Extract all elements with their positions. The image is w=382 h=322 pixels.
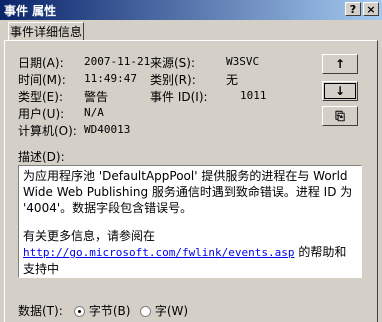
- event-id-label: 事件 ID(I):: [150, 90, 208, 104]
- previous-event-button[interactable]: ↑: [322, 54, 358, 74]
- source-label: 来源(S):: [150, 56, 196, 70]
- copy-icon: ⎘: [335, 109, 345, 123]
- type-value: 警告: [84, 90, 109, 104]
- date-value: 2007-11-21: [84, 55, 151, 68]
- radio-bytes[interactable]: 字节(B): [74, 302, 130, 319]
- description-line: 心。: [23, 277, 357, 278]
- category-value: 无: [226, 73, 239, 87]
- help-link[interactable]: http://go.microsoft.com/fwlink/events.as…: [23, 246, 295, 259]
- source-value: W3SVC: [226, 55, 260, 68]
- arrow-up-icon: ↑: [334, 57, 346, 71]
- description-line: '4004'。数据字段包含错误号。: [23, 201, 193, 215]
- copy-button[interactable]: ⎘: [322, 106, 358, 126]
- description-line: Wide Web Publishing 服务通信时遇到致命错误。进程 ID 为: [23, 185, 353, 199]
- window-title: 事件 属性: [4, 4, 57, 18]
- computer-label: 计算机(O):: [18, 124, 77, 138]
- radio-words-indicator[interactable]: [140, 306, 151, 317]
- description-textbox[interactable]: 为应用程序池 'DefaultAppPool' 提供服务的进程在与 World …: [18, 165, 362, 278]
- description-label: 描述(D):: [18, 150, 65, 164]
- close-button[interactable]: ×: [363, 2, 379, 16]
- computer-value: WD40013: [84, 123, 131, 136]
- user-value: N/A: [84, 106, 104, 119]
- category-label: 类别(R):: [150, 73, 196, 87]
- description-line: 有关更多信息，请参阅在: [23, 229, 156, 243]
- time-label: 时间(M):: [18, 73, 66, 87]
- event-id-value: 1011: [240, 89, 267, 102]
- radio-bytes-label: 字节(B): [88, 304, 131, 318]
- arrow-down-icon: ↓: [334, 84, 346, 98]
- radio-bytes-indicator[interactable]: [74, 306, 85, 317]
- radio-words[interactable]: 字(W): [140, 302, 188, 319]
- date-label: 日期(A):: [18, 56, 64, 70]
- description-line: 为应用程序池 'DefaultAppPool' 提供服务的进程在与 World: [23, 169, 348, 183]
- radio-words-label: 字(W): [154, 304, 189, 318]
- title-bar: 事件 属性 ? ×: [0, 0, 382, 20]
- data-label: 数据(T):: [18, 304, 63, 318]
- description-line: http://go.microsoft.com/fwlink/events.as…: [23, 244, 357, 277]
- type-label: 类型(E):: [18, 90, 63, 104]
- next-event-button[interactable]: ↓: [322, 81, 358, 101]
- user-label: 用户(U):: [18, 107, 65, 121]
- tab-event-details[interactable]: 事件详细信息: [8, 22, 84, 41]
- help-button[interactable]: ?: [345, 2, 361, 16]
- time-value: 11:49:47: [84, 72, 137, 85]
